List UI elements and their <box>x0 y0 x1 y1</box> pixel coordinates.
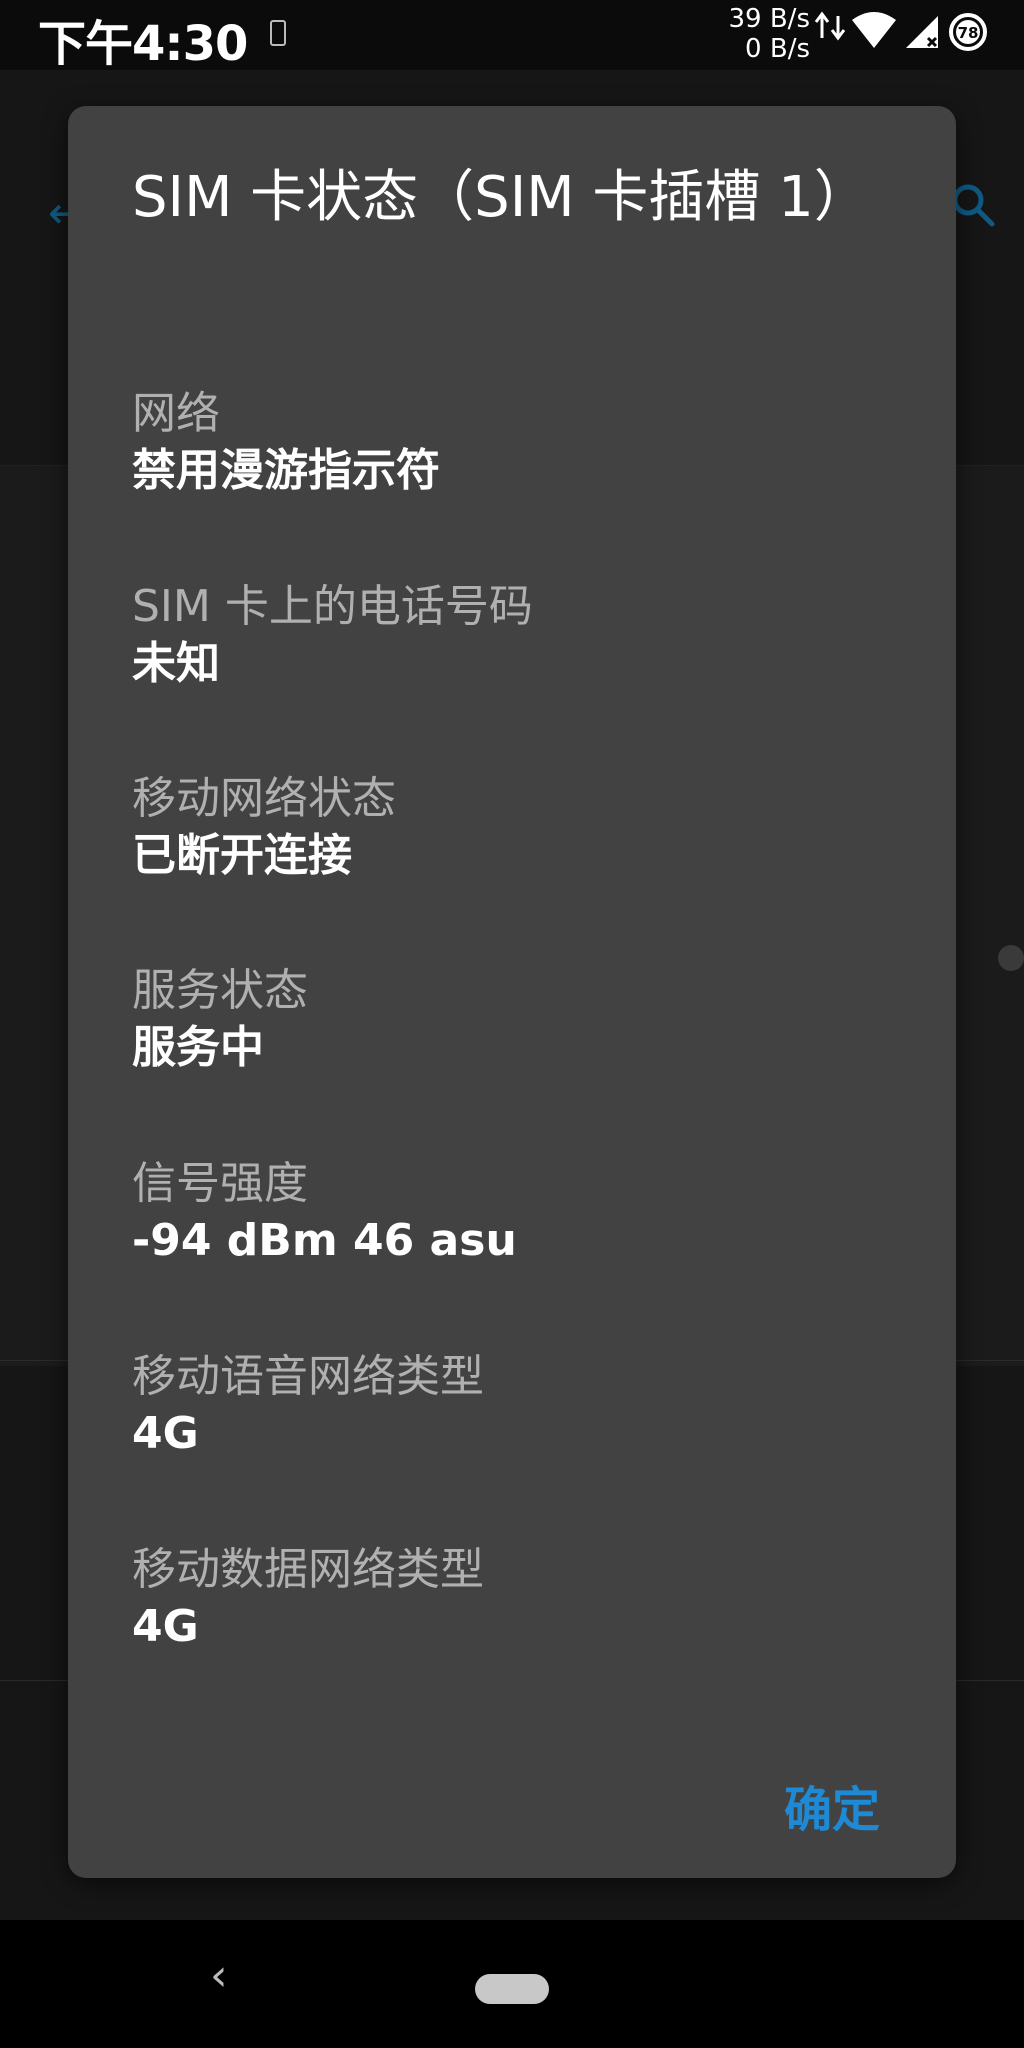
row-value: 未知 <box>132 638 220 689</box>
chevron-left-icon[interactable]: ‹ <box>210 1950 228 2001</box>
ok-button[interactable]: 确定 <box>776 1766 888 1844</box>
network-speed: 39 B/s 0 B/s <box>720 4 811 64</box>
signal-icon <box>906 16 938 48</box>
info-row-network: 网络 禁用漫游指示符 <box>132 386 912 500</box>
row-value: 已断开连接 <box>132 830 352 881</box>
row-label: 移动语音网络类型 <box>132 1351 484 1402</box>
sim-status-dialog: SIM 卡状态（SIM 卡插槽 1） 网络 禁用漫游指示符 SIM 卡上的电话号… <box>68 106 956 1878</box>
home-pill-icon[interactable] <box>475 1974 549 2004</box>
row-label: 移动数据网络类型 <box>132 1544 484 1595</box>
status-time: 下午4:30 <box>38 16 248 72</box>
row-label: 服务状态 <box>132 965 308 1016</box>
info-row-data-network-type: 移动数据网络类型 4G <box>132 1542 912 1656</box>
phone-notification-icon <box>270 20 286 46</box>
info-row-phone-number: SIM 卡上的电话号码 未知 <box>132 579 912 693</box>
row-value: -94 dBm 46 asu <box>132 1215 517 1266</box>
row-value: 禁用漫游指示符 <box>132 445 440 496</box>
row-label: SIM 卡上的电话号码 <box>132 581 533 632</box>
status-icons: 78 <box>814 11 987 51</box>
svg-text:78: 78 <box>958 24 979 42</box>
info-row-mobile-network-state: 移动网络状态 已断开连接 <box>132 771 912 885</box>
data-activity-icon <box>814 11 846 41</box>
upload-speed: 39 B/s <box>728 4 811 34</box>
info-row-service-state: 服务状态 服务中 <box>132 963 912 1077</box>
side-handle-icon <box>998 945 1024 971</box>
info-row-voice-network-type: 移动语音网络类型 4G <box>132 1349 912 1463</box>
status-bar: 下午4:30 39 B/s 0 B/s 78 <box>0 0 1024 72</box>
dialog-title: SIM 卡状态（SIM 卡插槽 1） <box>132 165 870 230</box>
row-label: 移动网络状态 <box>132 773 396 824</box>
wifi-icon <box>852 12 896 48</box>
row-label: 信号强度 <box>132 1158 308 1209</box>
row-value: 4G <box>132 1408 199 1459</box>
row-value: 服务中 <box>132 1022 264 1073</box>
battery-icon: 78 <box>949 13 987 51</box>
download-speed: 0 B/s <box>745 34 810 64</box>
row-label: 网络 <box>132 388 220 439</box>
row-value: 4G <box>132 1601 199 1652</box>
info-row-signal-strength: 信号强度 -94 dBm 46 asu <box>132 1156 912 1270</box>
